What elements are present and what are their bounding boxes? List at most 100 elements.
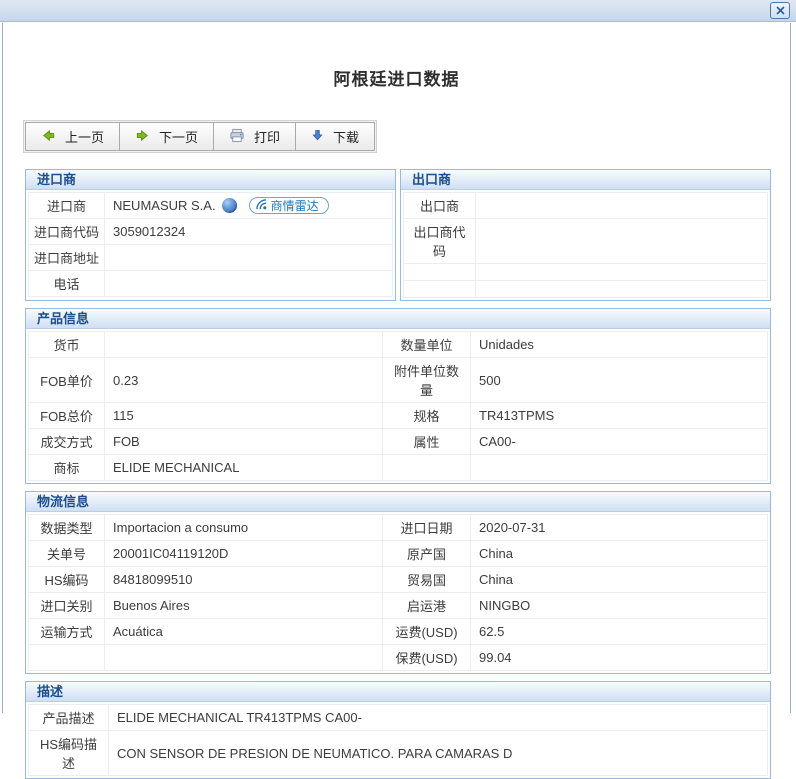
sections: 进口商 进口商 NEUMASUR S.A.	[25, 169, 771, 779]
field-label: 关单号	[29, 541, 105, 567]
field-value: China	[471, 541, 768, 567]
field-value: 115	[105, 403, 383, 429]
field-value: FOB	[105, 429, 383, 455]
field-value: 20001IC04119120D	[105, 541, 383, 567]
table-row: 进口商代码 3059012324	[29, 219, 393, 245]
table-row: 关单号 20001IC04119120D 原产国 China	[29, 541, 768, 567]
logistics-info-panel: 物流信息 数据类型 Importacion a consumo 进口日期 202…	[25, 491, 771, 674]
field-label: 商标	[29, 455, 105, 481]
field-label: 贸易国	[383, 567, 471, 593]
field-value	[105, 271, 393, 297]
product-info-header: 产品信息	[26, 309, 770, 329]
field-label	[404, 264, 476, 281]
field-label: 运输方式	[29, 619, 105, 645]
field-value: Unidades	[471, 332, 768, 358]
field-label: 数量单位	[383, 332, 471, 358]
field-value: 500	[471, 358, 768, 403]
field-label	[383, 455, 471, 481]
print-button[interactable]: 打印	[213, 122, 296, 151]
field-value: Buenos Aires	[105, 593, 383, 619]
field-value	[476, 264, 768, 281]
field-value: CON SENSOR DE PRESION DE NEUMATICO. PARA…	[109, 731, 768, 776]
table-row	[404, 264, 768, 281]
field-label	[29, 645, 105, 671]
business-radar-link[interactable]: 商情雷达	[249, 197, 329, 214]
importer-panel-header: 进口商	[26, 170, 395, 190]
table-row: 数据类型 Importacion a consumo 进口日期 2020-07-…	[29, 515, 768, 541]
arrow-down-icon	[311, 128, 324, 145]
arrow-right-icon	[135, 128, 150, 146]
toolbar: 上一页 下一页 打印	[23, 120, 377, 153]
field-value	[476, 193, 768, 219]
radar-icon	[256, 199, 267, 213]
download-button[interactable]: 下载	[295, 122, 375, 151]
globe-icon[interactable]	[222, 198, 237, 213]
field-label: 启运港	[383, 593, 471, 619]
importer-name: NEUMASUR S.A.	[113, 198, 216, 213]
importer-exporter-row: 进口商 进口商 NEUMASUR S.A.	[25, 169, 771, 301]
field-label: 进口商地址	[29, 245, 105, 271]
dialog-body: 阿根廷进口数据 上一页 下一页	[2, 23, 791, 713]
table-row: 电话	[29, 271, 393, 297]
description-header: 描述	[26, 682, 770, 702]
field-value: 84818099510	[105, 567, 383, 593]
field-value: Acuática	[105, 619, 383, 645]
product-info-panel: 产品信息 货币 数量单位 Unidades FOB单价 0.23	[25, 308, 771, 484]
print-label: 打印	[254, 127, 280, 146]
field-value	[476, 281, 768, 298]
field-label: 进口关别	[29, 593, 105, 619]
field-label: 出口商	[404, 193, 476, 219]
field-value	[105, 645, 383, 671]
close-button[interactable]	[770, 2, 790, 19]
field-value: Importacion a consumo	[105, 515, 383, 541]
field-value	[476, 219, 768, 264]
field-label: 货币	[29, 332, 105, 358]
logistics-info-header: 物流信息	[26, 492, 770, 512]
logistics-info-table: 数据类型 Importacion a consumo 进口日期 2020-07-…	[28, 514, 768, 671]
table-row: 产品描述 ELIDE MECHANICAL TR413TPMS CA00-	[29, 705, 768, 731]
table-row: 进口商地址	[29, 245, 393, 271]
field-value: China	[471, 567, 768, 593]
field-value: 2020-07-31	[471, 515, 768, 541]
dialog-window: 阿根廷进口数据 上一页 下一页	[0, 0, 796, 713]
field-value: NINGBO	[471, 593, 768, 619]
field-label: 规格	[383, 403, 471, 429]
field-label: HS编码描述	[29, 731, 109, 776]
table-row: FOB单价 0.23 附件单位数量 500	[29, 358, 768, 403]
prev-page-label: 上一页	[65, 127, 104, 146]
field-label: 成交方式	[29, 429, 105, 455]
dialog-titlebar	[0, 0, 796, 22]
field-label: 数据类型	[29, 515, 105, 541]
table-row: 出口商代码	[404, 219, 768, 264]
field-value: 3059012324	[105, 219, 393, 245]
field-value: NEUMASUR S.A.	[105, 193, 393, 219]
next-page-button[interactable]: 下一页	[119, 122, 214, 151]
radar-label: 商情雷达	[271, 197, 319, 214]
field-label	[404, 281, 476, 298]
arrow-left-icon	[41, 128, 56, 146]
field-label: 附件单位数量	[383, 358, 471, 403]
printer-icon	[229, 128, 245, 146]
table-row	[404, 281, 768, 298]
field-label: 出口商代码	[404, 219, 476, 264]
download-label: 下载	[333, 127, 359, 146]
description-panel: 描述 产品描述 ELIDE MECHANICAL TR413TPMS CA00-…	[25, 681, 771, 779]
prev-page-button[interactable]: 上一页	[25, 122, 120, 151]
field-label: 电话	[29, 271, 105, 297]
field-label: 产品描述	[29, 705, 109, 731]
field-label: 进口商代码	[29, 219, 105, 245]
table-row: 进口商 NEUMASUR S.A.	[29, 193, 393, 219]
field-value	[471, 455, 768, 481]
table-row: 出口商	[404, 193, 768, 219]
table-row: HS编码描述 CON SENSOR DE PRESION DE NEUMATIC…	[29, 731, 768, 776]
description-table: 产品描述 ELIDE MECHANICAL TR413TPMS CA00- HS…	[28, 704, 768, 776]
product-info-table: 货币 数量单位 Unidades FOB单价 0.23 附件单位数量 500	[28, 331, 768, 481]
field-value: ELIDE MECHANICAL	[105, 455, 383, 481]
field-label: 保费(USD)	[383, 645, 471, 671]
table-row: FOB总价 115 规格 TR413TPMS	[29, 403, 768, 429]
field-label: HS编码	[29, 567, 105, 593]
exporter-panel-header: 出口商	[401, 170, 770, 190]
table-row: 保费(USD) 99.04	[29, 645, 768, 671]
field-value	[105, 332, 383, 358]
table-row: 商标 ELIDE MECHANICAL	[29, 455, 768, 481]
